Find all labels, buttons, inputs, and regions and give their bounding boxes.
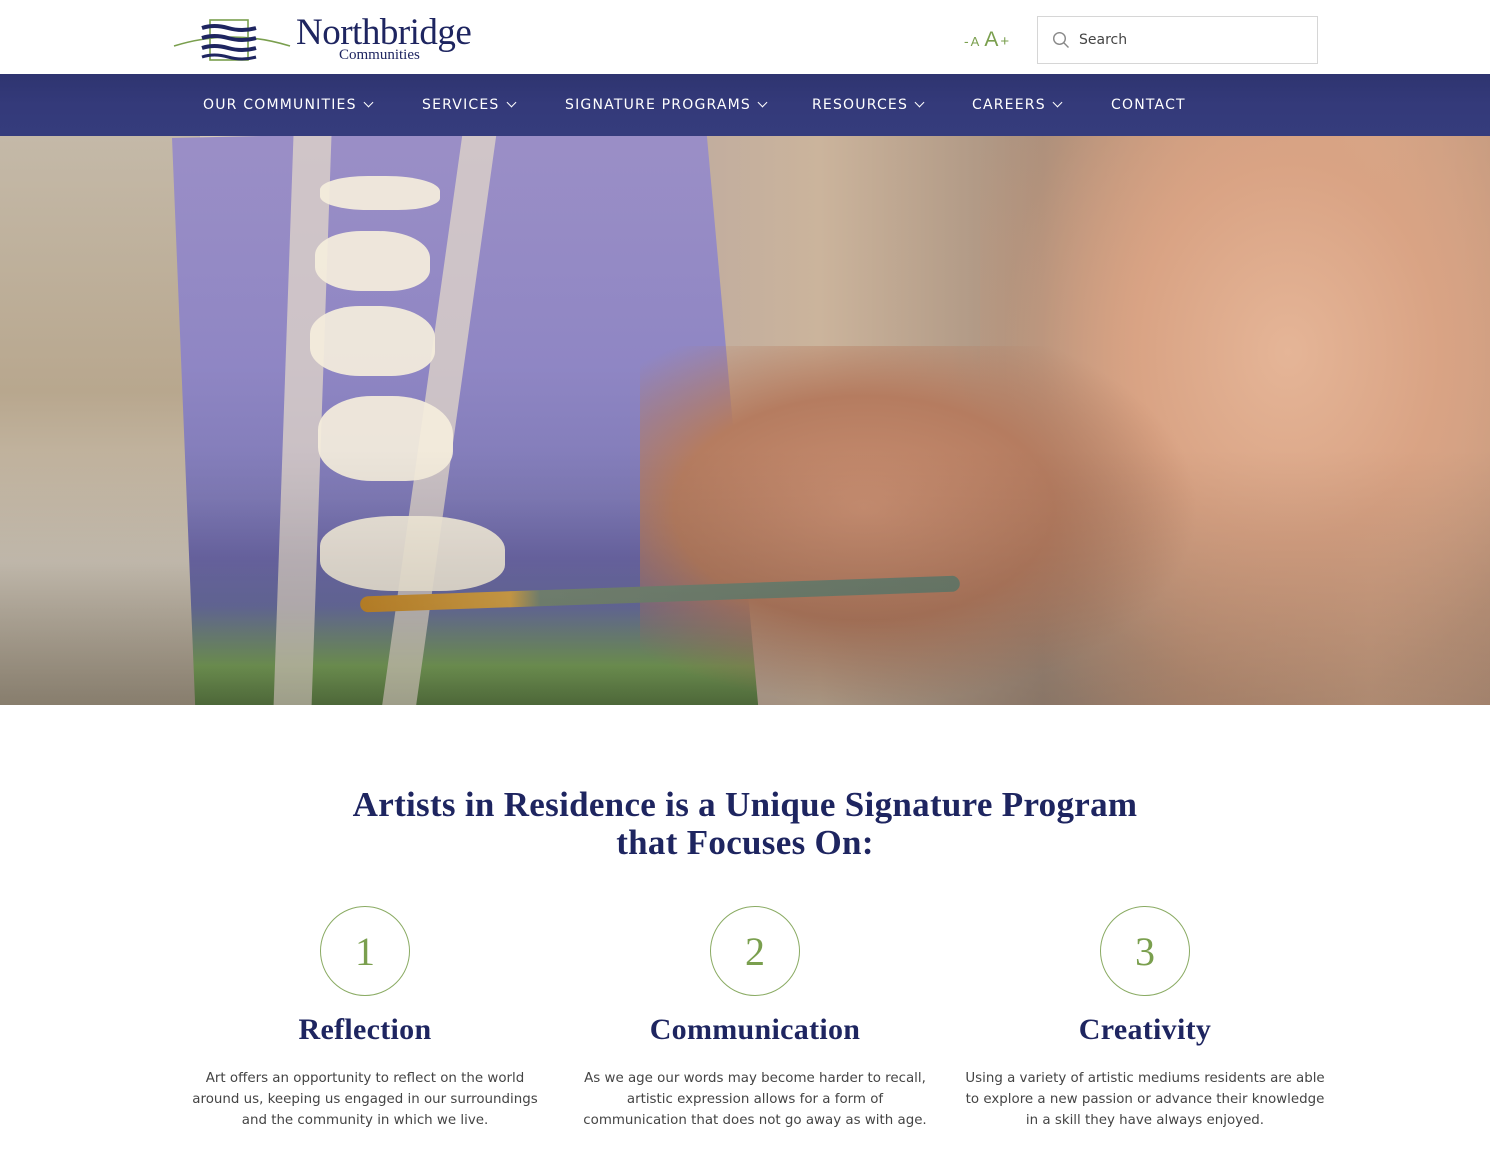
hero-overlay (0, 136, 1490, 705)
feature-number-badge: 3 (1100, 906, 1190, 996)
logo-subtitle: Communities (339, 47, 420, 63)
section-heading: Artists in Residence is a Unique Signatu… (0, 786, 1490, 862)
feature-item: 2 Communication As we age our words may … (575, 906, 935, 1131)
decrease-font-button[interactable]: - (964, 31, 969, 51)
chevron-down-icon (363, 97, 374, 108)
feature-title: Reflection (298, 1013, 432, 1046)
increase-font-button[interactable]: + (1000, 33, 1009, 50)
feature-title: Creativity (1078, 1013, 1212, 1046)
site-logo[interactable]: Northbridge Communities (172, 12, 482, 66)
feature-description: Art offers an opportunity to reflect on … (192, 1071, 538, 1128)
nav-item-label: SERVICES (422, 97, 500, 113)
search-box[interactable] (1037, 16, 1318, 64)
chevron-down-icon (506, 97, 516, 108)
feature-description: Using a variety of artistic mediums resi… (965, 1071, 1325, 1128)
nav-item-signature-programs[interactable]: SIGNATURE PROGRAMS (565, 74, 768, 136)
chevron-down-icon (757, 97, 768, 108)
nav-item-label: CONTACT (1111, 97, 1186, 113)
feature-item: 1 Reflection Art offers an opportunity t… (185, 906, 545, 1131)
nav-item-our-communities[interactable]: OUR COMMUNITIES (203, 74, 374, 136)
nav-item-label: SIGNATURE PROGRAMS (565, 97, 751, 113)
feature-description: As we age our words may become harder to… (583, 1071, 927, 1128)
nav-item-resources[interactable]: RESOURCES (812, 74, 925, 136)
large-font-button[interactable]: A (984, 28, 998, 52)
nav-item-label: CAREERS (972, 97, 1046, 113)
main-nav: OUR COMMUNITIES SERVICES SIGNATURE PROGR… (0, 74, 1490, 136)
nav-item-label: RESOURCES (812, 97, 909, 113)
feature-number-badge: 2 (710, 906, 800, 996)
chevron-down-icon (1052, 97, 1063, 108)
search-icon[interactable] (1052, 31, 1070, 49)
nav-item-label: OUR COMMUNITIES (203, 97, 357, 113)
nav-item-careers[interactable]: CAREERS (972, 74, 1063, 136)
feature-item: 3 Creativity Using a variety of artistic… (965, 906, 1325, 1131)
search-input[interactable] (1079, 32, 1299, 48)
feature-number-badge: 1 (320, 906, 410, 996)
logo-waves-icon (173, 19, 291, 61)
nav-item-contact[interactable]: CONTACT (1111, 74, 1186, 136)
nav-item-services[interactable]: SERVICES (422, 74, 516, 136)
section-heading-line1: Artists in Residence is a Unique Signatu… (352, 785, 1138, 824)
section-heading-line2: that Focuses On: (616, 823, 874, 862)
feature-title: Communication (649, 1013, 861, 1046)
small-font-button[interactable]: A (971, 34, 980, 49)
font-size-controls: - A A + (964, 28, 1009, 52)
chevron-down-icon (914, 97, 925, 108)
site-header: Northbridge Communities - A A + (0, 0, 1490, 74)
hero-banner: Artists in Residence (0, 136, 1490, 705)
